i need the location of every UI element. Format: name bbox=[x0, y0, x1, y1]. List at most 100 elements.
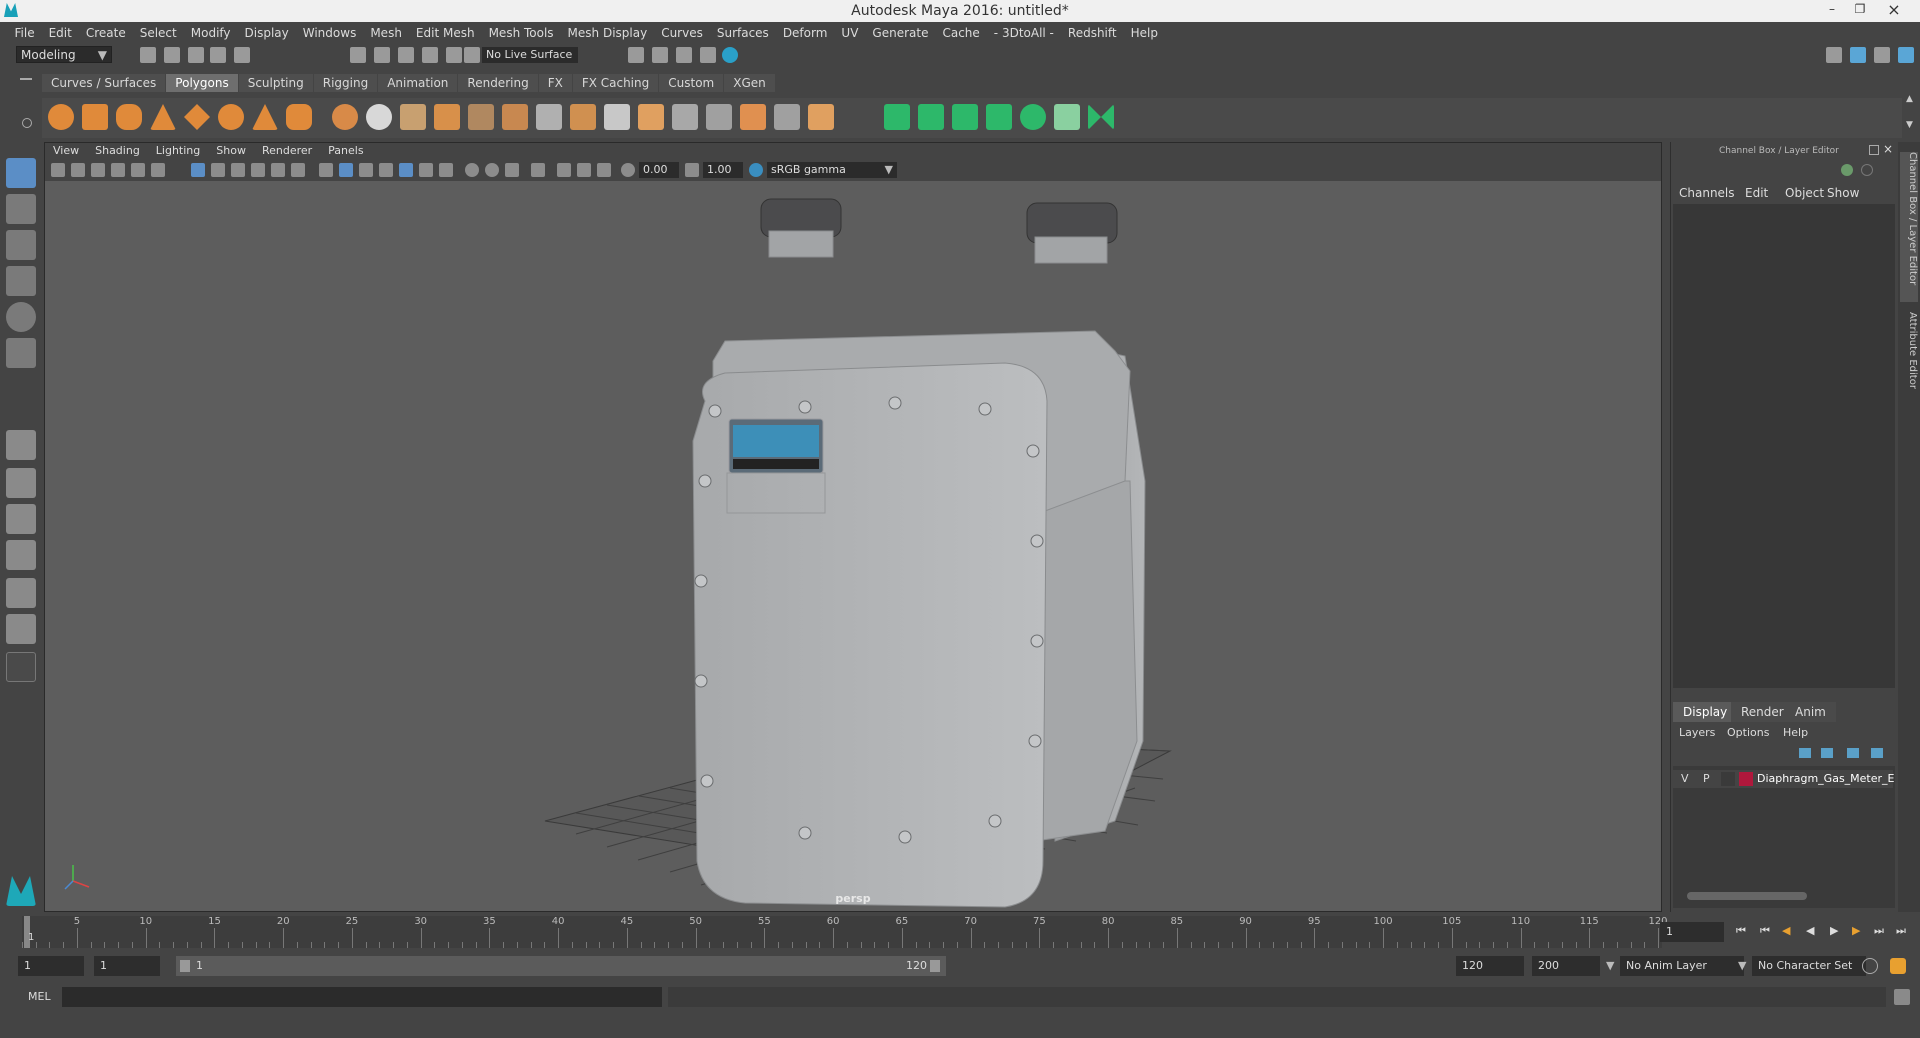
planar-mapping-icon[interactable] bbox=[884, 104, 910, 130]
wireframe-shading-icon[interactable] bbox=[319, 163, 333, 177]
vp-menu-panels[interactable]: Panels bbox=[320, 143, 371, 159]
layer-color-swatch[interactable] bbox=[1739, 772, 1753, 786]
shelf-scroll-down-icon[interactable]: ▼ bbox=[1906, 120, 1913, 130]
poly-pipe-icon[interactable] bbox=[286, 104, 312, 130]
xray-joints-icon[interactable] bbox=[577, 163, 591, 177]
maximize-button[interactable]: ❐ bbox=[1846, 2, 1874, 18]
layout-icon[interactable] bbox=[1826, 47, 1842, 63]
character-set-dropdown[interactable]: No Character Set ▼ bbox=[1738, 956, 1866, 976]
range-end-handle[interactable] bbox=[930, 960, 940, 972]
color-management-icon[interactable] bbox=[749, 163, 763, 177]
tab-display[interactable]: Display bbox=[1673, 702, 1738, 722]
isolate-select-icon[interactable] bbox=[531, 163, 545, 177]
menu-display[interactable]: Display bbox=[238, 22, 296, 44]
float-panel-icon[interactable] bbox=[1869, 145, 1879, 155]
shelf-settings-icon[interactable] bbox=[22, 118, 32, 128]
open-scene-icon[interactable] bbox=[164, 47, 180, 63]
persp-graph-layout-icon[interactable] bbox=[6, 504, 36, 534]
poly-cube-icon[interactable] bbox=[82, 104, 108, 130]
channel-box-toggle-icon[interactable] bbox=[1850, 47, 1866, 63]
select-tool-icon[interactable] bbox=[6, 158, 36, 188]
color-space-dropdown[interactable]: sRGB gamma ▼ bbox=[767, 162, 897, 178]
smooth-shading-icon[interactable] bbox=[339, 163, 353, 177]
current-frame-field[interactable]: 1 bbox=[1660, 922, 1724, 942]
xray-icon[interactable] bbox=[557, 163, 571, 177]
shelf-tab-custom[interactable]: Custom bbox=[659, 74, 724, 92]
cb-menu-object[interactable]: Object bbox=[1785, 186, 1824, 200]
menu-file[interactable]: File bbox=[8, 22, 42, 44]
insert-edge-loop-icon[interactable] bbox=[672, 104, 698, 130]
exposure-field[interactable]: 0.00 bbox=[639, 162, 679, 178]
gamma-field[interactable]: 1.00 bbox=[703, 162, 743, 178]
save-scene-icon[interactable] bbox=[188, 47, 204, 63]
menu-redshift[interactable]: Redshift bbox=[1061, 22, 1124, 44]
single-perspective-layout-icon[interactable] bbox=[6, 430, 36, 460]
move-layer-up-icon[interactable] bbox=[1847, 748, 1859, 758]
step-forward-key-icon[interactable]: ▶ bbox=[1852, 924, 1860, 937]
render-settings-icon[interactable] bbox=[700, 47, 716, 63]
ipr-render-icon[interactable] bbox=[676, 47, 692, 63]
select-object-icon[interactable] bbox=[374, 47, 390, 63]
cut-uv-icon[interactable] bbox=[1088, 104, 1114, 130]
playback-end-field[interactable]: 120 bbox=[1456, 956, 1524, 976]
persp-outliner-layout-icon[interactable] bbox=[6, 540, 36, 570]
shelf-tab-fx-caching[interactable]: FX Caching bbox=[572, 74, 659, 92]
layer-menu-layers[interactable]: Layers bbox=[1679, 726, 1715, 739]
move-tool-icon[interactable] bbox=[6, 266, 36, 296]
shelf-menu-icon[interactable] bbox=[20, 78, 32, 80]
poly-plane-icon[interactable] bbox=[184, 104, 210, 130]
tab-anim[interactable]: Anim bbox=[1785, 702, 1836, 722]
shelf-tab-xgen[interactable]: XGen bbox=[724, 74, 775, 92]
go-to-end-icon[interactable]: ⏭ bbox=[1896, 924, 1906, 938]
automatic-mapping-icon[interactable] bbox=[986, 104, 1012, 130]
cylindrical-mapping-icon[interactable] bbox=[918, 104, 944, 130]
xray-components-icon[interactable] bbox=[597, 163, 611, 177]
select-hierarchy-icon[interactable] bbox=[350, 47, 366, 63]
bridge-icon[interactable] bbox=[502, 104, 528, 130]
layer-menu-options[interactable]: Options bbox=[1727, 726, 1769, 739]
separate-icon[interactable] bbox=[366, 104, 392, 130]
wireframe-on-shaded-icon[interactable] bbox=[359, 163, 373, 177]
safe-title-icon[interactable] bbox=[291, 163, 305, 177]
fill-hole-icon[interactable] bbox=[638, 104, 664, 130]
bookmark-icon[interactable] bbox=[91, 163, 105, 177]
attribute-editor-toggle-icon[interactable] bbox=[1898, 47, 1914, 63]
menu-deform[interactable]: Deform bbox=[776, 22, 835, 44]
scale-tool-icon[interactable] bbox=[6, 338, 36, 368]
rotate-tool-icon[interactable] bbox=[6, 302, 36, 332]
menu-generate[interactable]: Generate bbox=[865, 22, 935, 44]
snap-grid-icon[interactable] bbox=[422, 47, 438, 63]
menu-mesh-display[interactable]: Mesh Display bbox=[561, 22, 655, 44]
custom-layout-icon[interactable] bbox=[6, 652, 36, 682]
menu-windows[interactable]: Windows bbox=[296, 22, 364, 44]
channel-list[interactable] bbox=[1673, 204, 1895, 688]
playback-start-field[interactable]: 1 bbox=[94, 956, 160, 976]
extrude-icon[interactable] bbox=[570, 104, 596, 130]
step-back-icon[interactable]: ⏮ bbox=[1760, 924, 1770, 938]
new-layer-selected-icon[interactable] bbox=[1821, 748, 1833, 758]
step-back-key-icon[interactable]: ◀ bbox=[1782, 924, 1790, 937]
range-start-handle[interactable] bbox=[180, 960, 190, 972]
menu-edit[interactable]: Edit bbox=[42, 22, 79, 44]
new-layer-icon[interactable] bbox=[1799, 748, 1811, 758]
anti-aliasing-icon[interactable] bbox=[485, 163, 499, 177]
hypershade-icon[interactable] bbox=[722, 47, 738, 63]
animation-preferences-icon[interactable] bbox=[1890, 958, 1906, 974]
depth-of-field-icon[interactable] bbox=[505, 163, 519, 177]
film-gate-icon[interactable] bbox=[151, 163, 165, 177]
live-surface-field[interactable]: No Live Surface bbox=[482, 47, 578, 63]
animation-start-field[interactable]: 1 bbox=[18, 956, 84, 976]
grid-toggle-icon[interactable] bbox=[131, 163, 145, 177]
ambient-occlusion-icon[interactable] bbox=[439, 163, 453, 177]
extract-icon[interactable] bbox=[400, 104, 426, 130]
menu-edit-mesh[interactable]: Edit Mesh bbox=[409, 22, 482, 44]
smooth-icon[interactable] bbox=[434, 104, 460, 130]
poly-cone-icon[interactable] bbox=[150, 104, 176, 130]
wireframe-icon[interactable] bbox=[191, 163, 205, 177]
poly-pyramid-icon[interactable] bbox=[252, 104, 278, 130]
redo-icon[interactable] bbox=[234, 47, 250, 63]
command-language-label[interactable]: MEL bbox=[28, 990, 51, 1003]
cb-menu-channels[interactable]: Channels bbox=[1679, 186, 1735, 200]
unfold-uv-icon[interactable] bbox=[1020, 104, 1046, 130]
menu-modify[interactable]: Modify bbox=[184, 22, 238, 44]
